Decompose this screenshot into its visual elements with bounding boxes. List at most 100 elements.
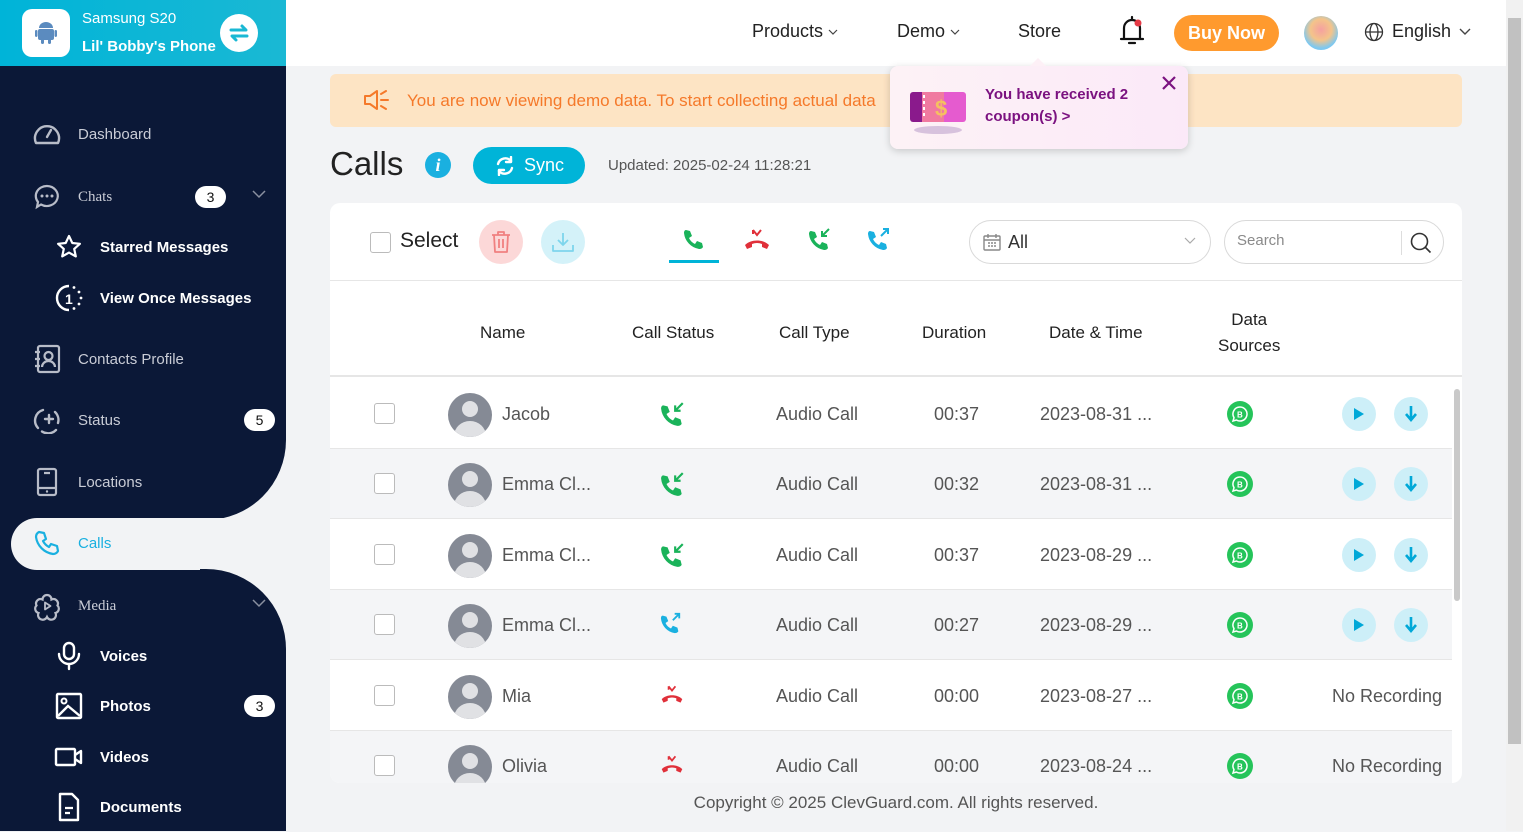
chevron-down-icon: [1184, 237, 1196, 244]
download-arrow-icon: [1405, 617, 1417, 634]
play-icon: [1354, 408, 1364, 420]
sidebar-item-status[interactable]: Status 5: [0, 395, 286, 445]
sidebar-item-videos[interactable]: Videos: [0, 732, 286, 782]
table-scrollbar[interactable]: [1454, 389, 1460, 601]
download-button[interactable]: [541, 220, 585, 264]
chevron-down-icon: [1459, 28, 1471, 35]
search-input[interactable]: [1237, 232, 1397, 249]
contact-name[interactable]: Olivia: [502, 756, 547, 777]
tab-outgoing-calls[interactable]: [854, 227, 904, 263]
contact-name[interactable]: Emma Cl...: [502, 474, 591, 495]
products-menu[interactable]: Products: [752, 21, 838, 42]
table-row[interactable]: Olivia Audio Call 00:00 2023-08-24 ... B No R…: [330, 731, 1452, 783]
delete-button[interactable]: [479, 220, 523, 264]
header-date-time[interactable]: Date & Time: [1049, 323, 1143, 343]
close-icon[interactable]: [1161, 75, 1177, 91]
svg-text:B: B: [1237, 692, 1243, 701]
download-recording-button[interactable]: [1394, 467, 1428, 502]
play-recording-button[interactable]: [1342, 608, 1376, 643]
status-add-icon: [32, 405, 62, 435]
table-row[interactable]: Emma Cl... Audio Call 00:37 2023-08-29 ... B: [330, 520, 1452, 590]
outgoing-call-icon: [868, 228, 889, 250]
whatsapp-business-icon: B: [1231, 617, 1248, 634]
sidebar-item-chats[interactable]: Chats 3: [0, 172, 286, 222]
play-recording-button[interactable]: [1342, 467, 1376, 502]
search-icon[interactable]: [1409, 231, 1433, 255]
demo-menu[interactable]: Demo: [897, 21, 960, 42]
sidebar-item-voices[interactable]: Voices: [0, 631, 286, 681]
outgoing-call-icon: [660, 613, 681, 634]
footer-copyright: Copyright © 2025 ClevGuard.com. All righ…: [693, 793, 1099, 812]
header-name[interactable]: Name: [480, 323, 525, 343]
contact-avatar: [448, 745, 492, 783]
play-recording-button[interactable]: [1342, 397, 1376, 431]
document-icon: [54, 792, 84, 822]
call-datetime: 2023-08-31 ...: [1040, 404, 1153, 424]
contact-name[interactable]: Emma Cl...: [502, 615, 591, 636]
call-status-icon: [660, 471, 686, 502]
svg-text:$: $: [935, 96, 947, 121]
download-recording-button[interactable]: [1394, 537, 1428, 572]
tab-all-calls[interactable]: [669, 227, 719, 263]
chevron-down-icon[interactable]: [252, 189, 266, 199]
language-selector[interactable]: English: [1364, 21, 1471, 42]
header-duration[interactable]: Duration: [922, 323, 986, 343]
chevron-down-icon[interactable]: [252, 598, 266, 608]
data-source-badge: B: [1227, 753, 1253, 779]
row-checkbox[interactable]: [374, 684, 395, 706]
play-recording-button[interactable]: [1342, 537, 1376, 572]
page-scrollbar[interactable]: [1506, 0, 1523, 831]
coupon-link[interactable]: coupon(s) >: [985, 106, 1128, 128]
sidebar-item-dashboard[interactable]: Dashboard: [0, 109, 286, 159]
call-status-icon: [660, 753, 684, 780]
svg-text:B: B: [1237, 551, 1243, 560]
data-source-badge: B: [1227, 682, 1253, 709]
sidebar-item-contacts-profile[interactable]: Contacts Profile: [0, 334, 286, 384]
contact-name[interactable]: Jacob: [502, 404, 550, 425]
contact-name[interactable]: Mia: [502, 686, 531, 707]
download-arrow-icon: [1405, 476, 1417, 493]
store-link[interactable]: Store: [1018, 21, 1061, 42]
tab-missed-calls[interactable]: [732, 227, 782, 263]
download-recording-button[interactable]: [1394, 608, 1428, 643]
sidebar-item-media[interactable]: Media: [0, 581, 286, 631]
missed-call-icon: [661, 685, 683, 703]
calls-table-card: Select All Name Call S: [330, 203, 1462, 783]
buy-now-button[interactable]: Buy Now: [1174, 15, 1279, 51]
call-duration: 00:32: [934, 474, 980, 495]
info-icon[interactable]: i: [425, 152, 451, 178]
data-source-badge: B: [1227, 471, 1253, 498]
coupon-popup[interactable]: $ You have received 2 coupon(s) >: [890, 58, 1188, 149]
row-checkbox[interactable]: [374, 755, 395, 776]
device-header: Samsung S20 Lil' Bobby's Phone: [0, 0, 286, 66]
sidebar-item-documents[interactable]: Documents: [0, 782, 286, 832]
row-checkbox[interactable]: [374, 543, 395, 565]
table-row[interactable]: Mia Audio Call 00:00 2023-08-27 ... B No Reco…: [330, 661, 1452, 731]
top-navigation: Products Demo Store Buy Now English: [286, 0, 1506, 66]
select-all-checkbox[interactable]: [370, 232, 391, 253]
tab-incoming-calls[interactable]: [795, 227, 845, 263]
sidebar-item-photos[interactable]: Photos 3: [0, 681, 286, 731]
user-avatar[interactable]: [1304, 16, 1338, 50]
sidebar-item-locations[interactable]: Locations: [0, 457, 286, 507]
contact-name[interactable]: Emma Cl...: [502, 545, 591, 566]
incoming-call-icon: [661, 472, 684, 497]
sidebar-item-calls[interactable]: Calls: [0, 518, 286, 568]
table-row[interactable]: Emma Cl... Audio Call 00:32 2023-08-31 ... B: [330, 449, 1452, 520]
trash-icon: [492, 231, 510, 253]
sidebar-item-view-once-messages[interactable]: 1 View Once Messages: [0, 273, 286, 323]
row-checkbox[interactable]: [374, 403, 395, 424]
sidebar-item-starred-messages[interactable]: Starred Messages: [0, 222, 286, 272]
table-row[interactable]: Emma Cl... Audio Call 00:27 2023-08-29 ... B: [330, 590, 1452, 661]
table-row[interactable]: Jacob Audio Call 00:37 2023-08-31 ... B: [330, 379, 1452, 449]
call-duration: 00:00: [934, 756, 980, 776]
row-checkbox[interactable]: [374, 614, 395, 636]
sync-button[interactable]: Sync: [473, 147, 585, 184]
contact-avatar: [448, 463, 492, 508]
row-checkbox[interactable]: [374, 473, 395, 495]
download-recording-button[interactable]: [1394, 397, 1428, 431]
date-filter-select[interactable]: All: [969, 220, 1211, 264]
switch-device-button[interactable]: [220, 14, 258, 52]
page-scrollbar-thumb[interactable]: [1508, 18, 1521, 744]
notifications-bell[interactable]: [1117, 15, 1147, 52]
